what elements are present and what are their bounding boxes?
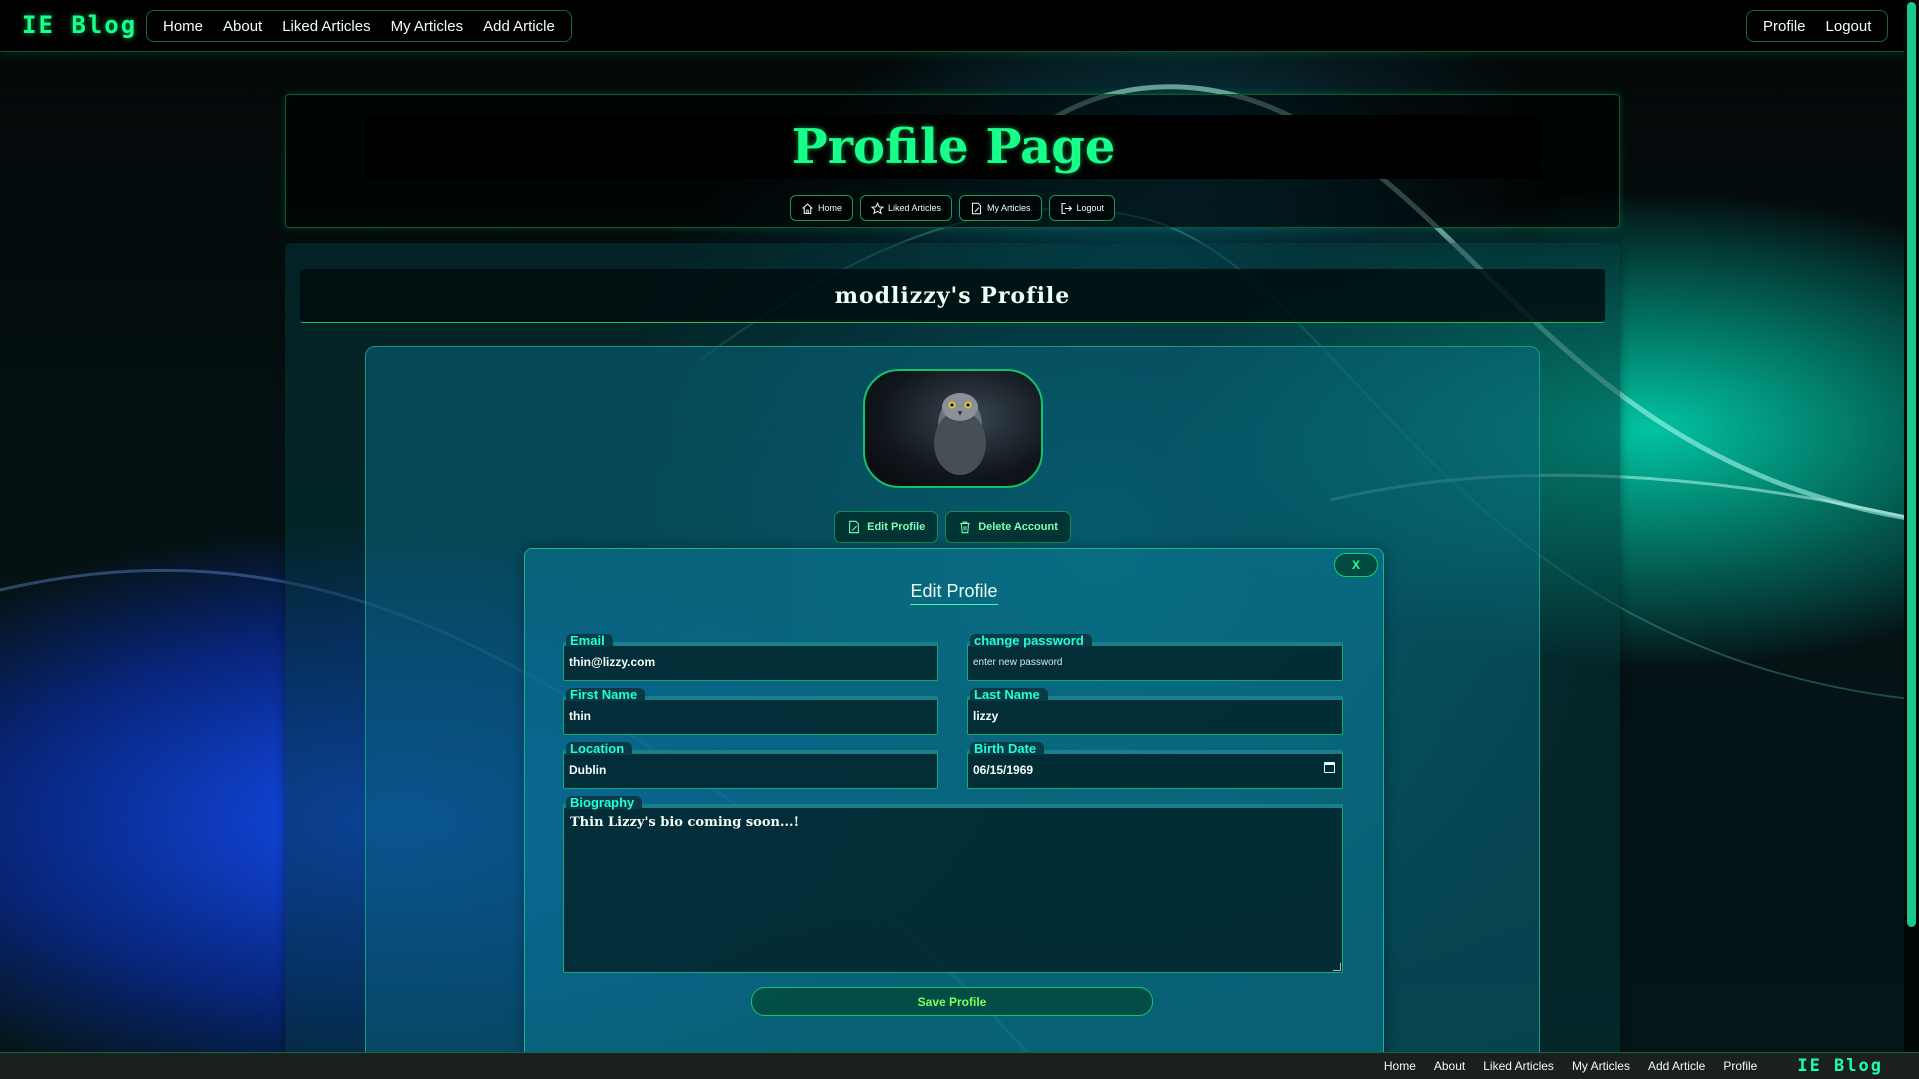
resize-grip-icon[interactable]	[1333, 963, 1341, 971]
title-bar: Profile Page	[366, 115, 1541, 179]
quick-my-articles-label: My Articles	[987, 203, 1031, 213]
main-nav: Home About Liked Articles My Articles Ad…	[146, 10, 572, 42]
calendar-icon[interactable]	[1324, 762, 1335, 773]
logout-icon	[1061, 202, 1072, 214]
document-edit-icon	[971, 202, 982, 214]
last-name-value: lizzy	[973, 709, 999, 723]
footer-link-add-article[interactable]: Add Article	[1648, 1059, 1705, 1073]
password-label: change password	[970, 634, 1092, 647]
birth-date-field[interactable]: Birth Date 06/15/1969	[967, 742, 1343, 789]
save-profile-button[interactable]: Save Profile	[751, 987, 1153, 1016]
password-placeholder: enter new password	[973, 657, 1063, 668]
profile-actions: Edit Profile Delete Account	[366, 511, 1539, 543]
quick-liked-articles-label: Liked Articles	[887, 203, 941, 213]
biography-label: Biography	[566, 796, 643, 809]
home-icon	[802, 202, 813, 214]
biography-value: Thin Lizzy's bio coming soon...!	[570, 815, 800, 830]
email-field[interactable]: Email thin@lizzy.com	[563, 634, 938, 681]
scrollbar-thumb[interactable]	[1907, 2, 1916, 927]
nav-logout[interactable]: Logout	[1816, 18, 1882, 35]
nav-add-article[interactable]: Add Article	[473, 18, 565, 35]
footer-link-liked-articles[interactable]: Liked Articles	[1483, 1059, 1554, 1073]
quick-home-button[interactable]: Home	[789, 195, 853, 221]
footer-link-my-articles[interactable]: My Articles	[1572, 1059, 1630, 1073]
location-label: Location	[566, 742, 633, 755]
location-value: Dublin	[569, 763, 607, 777]
quick-liked-articles-button[interactable]: Liked Articles	[859, 195, 952, 221]
page-scrollbar[interactable]	[1904, 0, 1919, 1052]
first-name-value: thin	[569, 709, 591, 723]
nav-profile[interactable]: Profile	[1753, 18, 1816, 35]
quick-home-label: Home	[817, 203, 842, 213]
profile-heading-bar: modlizzy's Profile	[300, 269, 1605, 323]
owl-image	[934, 393, 986, 475]
document-edit-icon	[849, 520, 860, 534]
page-title: Profile Page	[791, 119, 1116, 175]
quick-logout-button[interactable]: Logout	[1048, 195, 1116, 221]
last-name-label: Last Name	[970, 688, 1048, 701]
edit-profile-label: Edit Profile	[867, 521, 926, 533]
modal-title-text: Edit Profile	[910, 581, 998, 605]
footer: Home About Liked Articles My Articles Ad…	[0, 1052, 1919, 1079]
modal-title: Edit Profile	[525, 581, 1383, 605]
nav-about[interactable]: About	[213, 18, 272, 35]
top-navbar: IE Blog Home About Liked Articles My Art…	[0, 0, 1919, 52]
trash-icon	[960, 521, 970, 534]
quick-my-articles-button[interactable]: My Articles	[959, 195, 1042, 221]
close-modal-button[interactable]: X	[1334, 553, 1378, 577]
quick-nav: Home Liked Articles My Articles Logout	[286, 195, 1619, 221]
first-name-label: First Name	[566, 688, 646, 701]
password-field[interactable]: change password enter new password	[967, 634, 1343, 681]
footer-link-profile[interactable]: Profile	[1723, 1059, 1757, 1073]
biography-field[interactable]: Biography Thin Lizzy's bio coming soon..…	[563, 796, 1343, 973]
email-value: thin@lizzy.com	[569, 655, 656, 669]
first-name-field[interactable]: First Name thin	[563, 688, 938, 735]
nav-home[interactable]: Home	[153, 18, 213, 35]
brand-logo[interactable]: IE Blog	[22, 11, 137, 39]
birth-date-value: 06/15/1969	[973, 763, 1034, 777]
quick-logout-label: Logout	[1076, 203, 1105, 213]
footer-brand[interactable]: IE Blog	[1797, 1056, 1883, 1076]
footer-link-about[interactable]: About	[1434, 1059, 1465, 1073]
delete-account-label: Delete Account	[978, 521, 1058, 533]
avatar	[863, 369, 1043, 488]
edit-profile-modal: X Edit Profile Email thin@lizzy.com chan…	[524, 548, 1384, 1079]
star-icon	[870, 201, 884, 214]
last-name-field[interactable]: Last Name lizzy	[967, 688, 1343, 735]
nav-my-articles[interactable]: My Articles	[381, 18, 474, 35]
footer-link-home[interactable]: Home	[1384, 1059, 1416, 1073]
page-header: Profile Page Home Liked Articles My Arti…	[285, 94, 1620, 228]
delete-account-button[interactable]: Delete Account	[945, 511, 1071, 543]
email-label: Email	[566, 634, 613, 647]
location-field[interactable]: Location Dublin	[563, 742, 938, 789]
profile-heading: modlizzy's Profile	[834, 282, 1071, 309]
edit-profile-button[interactable]: Edit Profile	[834, 511, 939, 543]
nav-liked-articles[interactable]: Liked Articles	[272, 18, 380, 35]
profile-panel: modlizzy's Profile Edit Profile Delete A…	[285, 243, 1620, 1079]
profile-card: Edit Profile Delete Account X Edit Profi…	[365, 346, 1540, 1079]
user-nav: Profile Logout	[1746, 10, 1889, 42]
birth-date-label: Birth Date	[970, 742, 1045, 755]
